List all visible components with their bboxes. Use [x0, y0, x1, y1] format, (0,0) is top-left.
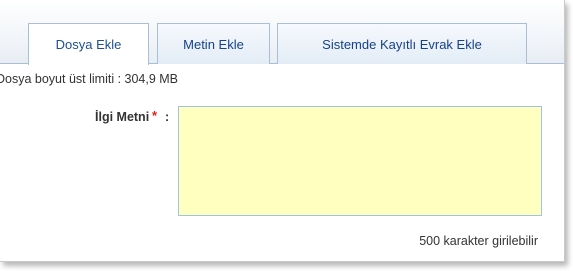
file-size-limit-text: Dosya boyut üst limiti : 304,9 MB	[0, 72, 179, 86]
tab-label: Sistemde Kayıtlı Evrak Ekle	[322, 36, 482, 52]
tab-sistemde-kayitli-evrak-ekle[interactable]: Sistemde Kayıtlı Evrak Ekle	[277, 23, 527, 64]
tab-bar: Dosya Ekle Metin Ekle Sistemde Kayıtlı E…	[0, 0, 564, 65]
tab-metin-ekle[interactable]: Metin Ekle	[157, 23, 270, 64]
subject-textarea[interactable]	[178, 106, 542, 216]
char-limit-note: 500 karakter girilebilir	[419, 234, 538, 248]
tab-dosya-ekle[interactable]: Dosya Ekle	[28, 23, 149, 65]
tab-label: Dosya Ekle	[55, 37, 122, 52]
tab-label: Metin Ekle	[183, 36, 244, 52]
attachment-panel: Dosya Ekle Metin Ekle Sistemde Kayıtlı E…	[0, 0, 565, 262]
subject-label: İlgi Metni	[95, 110, 150, 124]
required-asterisk: *	[152, 108, 158, 123]
label-colon: :	[165, 110, 170, 124]
